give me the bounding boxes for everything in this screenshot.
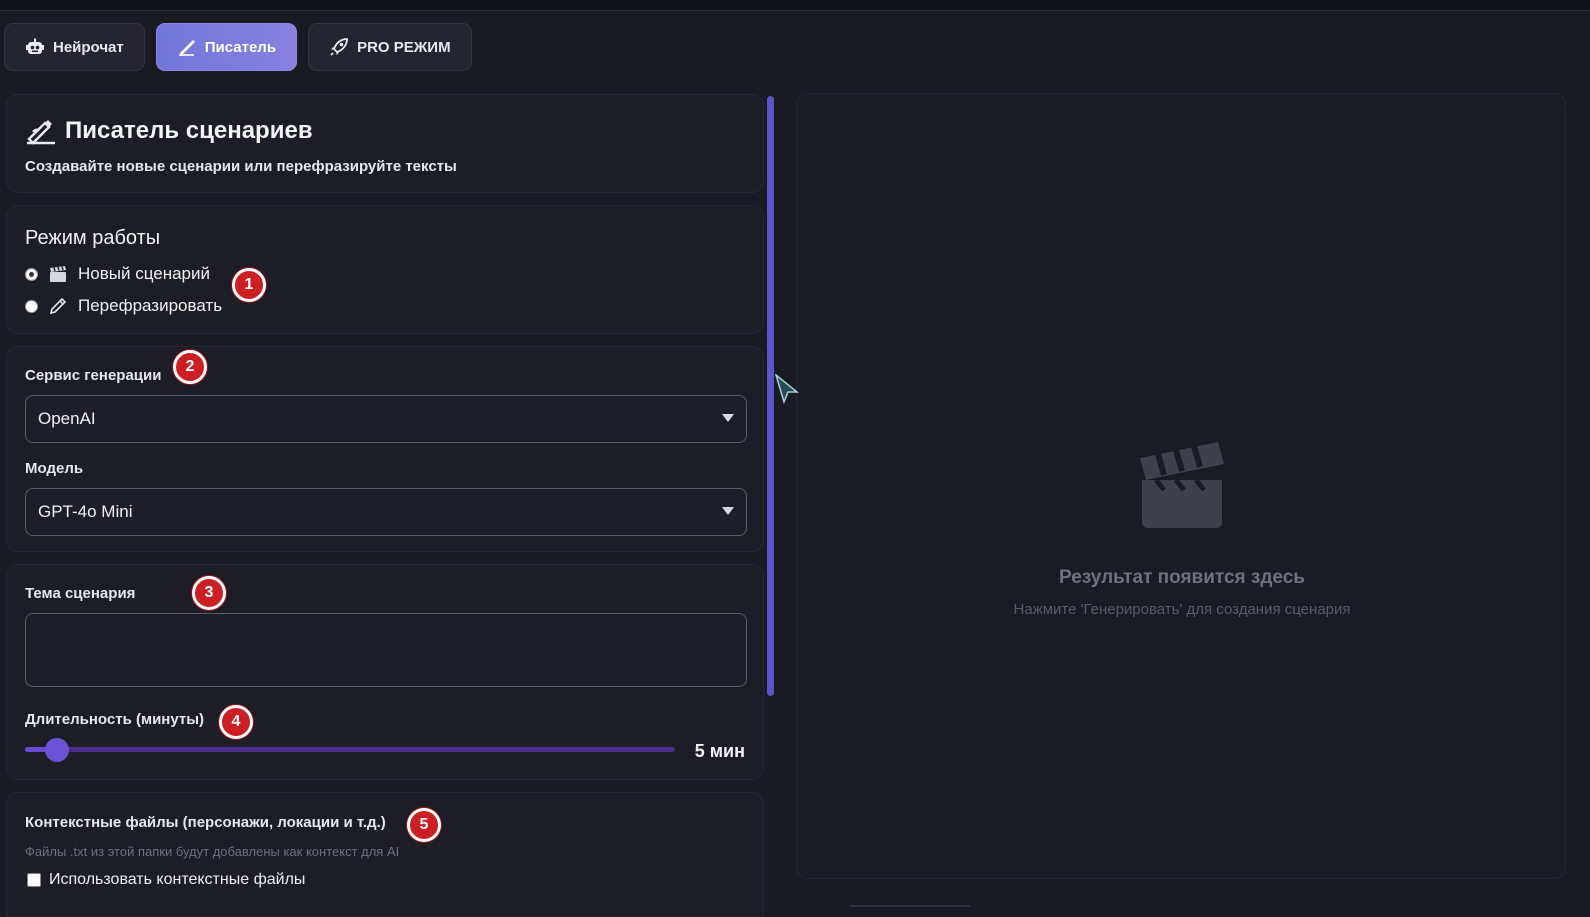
tab-neurochat-label: Нейрочат — [53, 38, 124, 56]
context-checkbox-label: Использовать контекстные файлы — [49, 871, 306, 888]
tab-pro-mode[interactable]: PRO РЕЖИМ — [308, 23, 472, 71]
header-card: Писатель сценариев Создавайте новые сцен… — [6, 94, 764, 193]
model-select[interactable]: GPT-4o Mini — [25, 488, 747, 536]
context-checkbox-row[interactable]: Использовать контекстные файлы — [27, 871, 305, 889]
radio-new-scenario-label: Новый сценарий — [78, 264, 210, 283]
annotation-badge-1: 1 — [232, 268, 266, 302]
mode-heading: Режим работы — [25, 227, 161, 249]
context-label: Контекстные файлы (персонажи, локации и … — [25, 814, 386, 831]
radio-button-checked[interactable] — [25, 267, 38, 281]
pencil-icon — [48, 296, 68, 316]
annotation-badge-2: 2 — [173, 350, 207, 384]
radio-button-unchecked[interactable] — [25, 299, 38, 313]
tab-writer[interactable]: Писатель — [155, 23, 298, 71]
radio-rephrase[interactable]: Перефразировать — [25, 296, 222, 316]
service-model-card: Сервис генерации OpenAI Модель GPT-4o Mi… — [6, 346, 764, 552]
annotation-badge-3: 3 — [192, 576, 226, 610]
radio-rephrase-label: Перефразировать — [78, 296, 223, 315]
chevron-down-icon — [722, 414, 734, 422]
chevron-down-icon — [722, 507, 734, 515]
mode-card: Режим работы Новый сценарий Перефразиров… — [6, 205, 764, 334]
clapperboard-icon — [48, 264, 68, 284]
tab-pro-mode-label: PRO РЕЖИМ — [357, 38, 451, 56]
context-checkbox[interactable] — [27, 873, 41, 887]
result-title: Результат появится здесь — [1059, 567, 1305, 588]
model-label: Модель — [25, 460, 84, 477]
writing-hand-icon — [25, 117, 57, 145]
bottom-edge-indicator — [850, 905, 970, 907]
service-select-value: OpenAI — [38, 409, 96, 428]
clapperboard-icon — [1138, 440, 1226, 530]
radio-new-scenario[interactable]: Новый сценарий — [25, 264, 210, 284]
topic-duration-card: Тема сценария Длительность (минуты) 5 ми… — [6, 564, 764, 780]
rocket-icon — [329, 37, 349, 57]
page-subtitle: Создавайте новые сценарии или перефразир… — [25, 158, 457, 175]
window-top-bar — [0, 0, 1590, 11]
cursor-icon — [774, 372, 801, 405]
tab-bar: Нейрочат Писатель PRO РЕЖИМ — [4, 23, 472, 71]
page-title: Писатель сценариев — [65, 117, 313, 144]
tab-writer-label: Писатель — [204, 38, 277, 56]
service-select[interactable]: OpenAI — [25, 395, 747, 443]
scrollbar-thumb[interactable] — [767, 96, 774, 696]
topic-label: Тема сценария — [25, 585, 136, 602]
context-files-card: Контекстные файлы (персонажи, локации и … — [6, 792, 764, 917]
writing-hand-icon — [177, 37, 197, 57]
duration-slider-thumb[interactable] — [45, 738, 69, 762]
context-hint: Файлы .txt из этой папки будут добавлены… — [25, 844, 400, 859]
topic-textarea[interactable] — [25, 613, 747, 687]
tab-neurochat[interactable]: Нейрочат — [4, 23, 145, 71]
annotation-badge-5: 5 — [407, 808, 441, 842]
duration-slider-track[interactable] — [25, 747, 675, 752]
annotation-badge-4: 4 — [219, 705, 253, 739]
robot-icon — [25, 37, 45, 57]
model-select-value: GPT-4o Mini — [38, 502, 133, 521]
result-hint: Нажмите 'Генерировать' для создания сцен… — [1013, 601, 1351, 618]
service-label: Сервис генерации — [25, 367, 162, 384]
result-panel: Результат появится здесь Нажмите 'Генери… — [796, 93, 1566, 879]
duration-value: 5 мин — [694, 741, 745, 761]
duration-label: Длительность (минуты) — [25, 711, 205, 728]
